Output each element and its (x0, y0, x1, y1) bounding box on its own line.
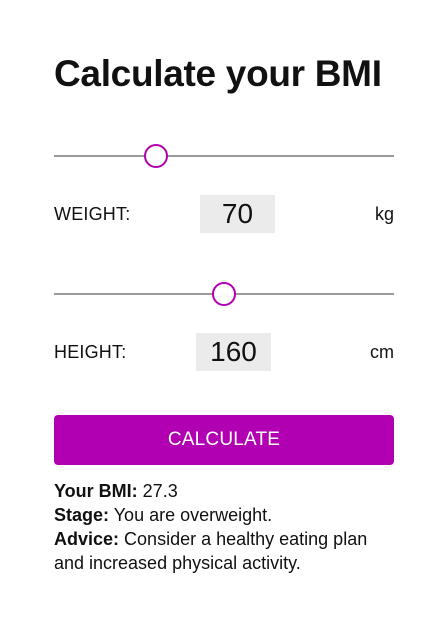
weight-slider[interactable] (54, 143, 394, 169)
calculate-button[interactable]: CALCULATE (54, 415, 394, 465)
weight-slider-track[interactable] (54, 155, 394, 157)
bmi-results: Your BMI: 27.3 Stage: You are overweight… (54, 479, 399, 575)
height-row: HEIGHT: cm (54, 333, 394, 371)
stage-result-value: You are overweight. (113, 505, 273, 525)
height-slider[interactable] (54, 281, 394, 307)
advice-result-line: Advice: Consider a healthy eating plan a… (54, 527, 399, 575)
page-title: Calculate your BMI (54, 53, 382, 94)
stage-result-line: Stage: You are overweight. (54, 503, 399, 527)
height-label: HEIGHT: (54, 342, 127, 362)
stage-result-label: Stage: (54, 505, 110, 525)
advice-result-label: Advice: (54, 529, 120, 549)
bmi-result-label: Your BMI: (54, 481, 138, 501)
height-input[interactable] (196, 333, 271, 371)
weight-label: WEIGHT: (54, 204, 131, 224)
bmi-calculator: Calculate your BMI WEIGHT: kg HEIGHT: cm… (0, 0, 448, 630)
height-unit: cm (370, 342, 394, 362)
weight-row: WEIGHT: kg (54, 195, 394, 233)
height-slider-thumb[interactable] (212, 282, 236, 306)
weight-unit: kg (374, 204, 394, 224)
bmi-result-value: 27.3 (142, 481, 178, 501)
weight-input[interactable] (200, 195, 275, 233)
bmi-result-line: Your BMI: 27.3 (54, 479, 399, 503)
weight-slider-thumb[interactable] (144, 144, 168, 168)
